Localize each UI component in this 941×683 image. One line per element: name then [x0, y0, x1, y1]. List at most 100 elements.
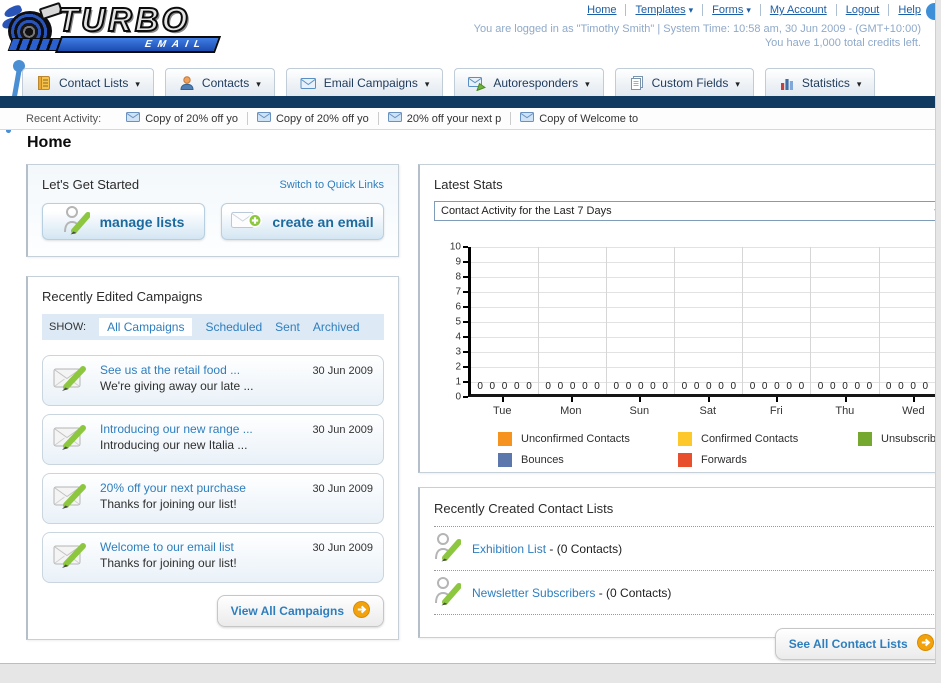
campaign-filter-tab[interactable]: Scheduled	[205, 320, 262, 334]
campaign-filter-tab[interactable]: Sent	[275, 320, 300, 334]
data-point-label: 0	[557, 381, 564, 392]
chart-day-group: 00000	[880, 247, 935, 394]
nav-tab[interactable]: Custom Fields	[614, 68, 754, 97]
top-nav-link-label[interactable]: Help	[898, 4, 921, 16]
legend-item: Bounces	[498, 453, 678, 467]
stats-period-select[interactable]: Contact Activity for the Last 7 Days	[434, 201, 935, 221]
campaign-list-item[interactable]: Introducing our new range ... Introducin…	[42, 414, 384, 465]
y-tick-label: 5	[455, 316, 461, 328]
logo-subtitle: EMAIL	[54, 36, 222, 53]
top-nav-link[interactable]: Templates	[625, 4, 693, 16]
campaign-filter-tab[interactable]: Archived	[313, 320, 360, 334]
campaign-filter-tab[interactable]: All Campaigns	[99, 318, 193, 336]
latest-stats-panel: Latest Stats Contact Activity for the La…	[418, 164, 936, 473]
data-point-label: 0	[774, 381, 780, 392]
chevron-down-icon	[933, 205, 935, 217]
data-point-label: 0	[885, 381, 892, 392]
login-status: You are logged in as "Timothy Smith" | S…	[473, 23, 921, 35]
top-nav-link[interactable]: Help	[888, 4, 921, 16]
recent-activity-bar: Recent Activity: Copy of 20% off yo Copy…	[0, 108, 935, 130]
legend-swatch	[498, 432, 512, 446]
top-nav-link-label[interactable]: Logout	[846, 4, 880, 16]
view-all-campaigns-button[interactable]: View All Campaigns	[216, 595, 384, 627]
campaign-filter-bar: SHOW: All Campaigns Scheduled Sent Archi…	[42, 314, 384, 340]
legend-label: Unsubscribes	[881, 433, 936, 445]
turbo-email-logo: TURBO EMAIL	[0, 0, 236, 59]
campaign-list-item[interactable]: See us at the retail food ... We're givi…	[42, 355, 384, 406]
nav-tab[interactable]: Contact Lists	[22, 68, 154, 97]
campaign-date: 30 Jun 2009	[312, 542, 373, 554]
top-nav-link-label[interactable]: Templates	[635, 4, 685, 16]
campaign-title-link[interactable]: Introducing our new range ...	[100, 422, 312, 436]
recent-activity-item[interactable]: Copy of 20% off yo	[246, 112, 378, 125]
contact-list-detail: - (0 Contacts)	[549, 541, 623, 556]
recent-activity-item-label: Copy of Welcome to	[539, 112, 639, 125]
y-tick-label: 2	[455, 361, 461, 373]
legend-item: Unsubscribes	[858, 432, 936, 446]
contact-list-name-link[interactable]: Newsletter Subscribers	[472, 586, 595, 600]
campaign-list-item[interactable]: Welcome to our email list Thanks for joi…	[42, 532, 384, 583]
nav-tab-label: Contacts	[201, 76, 250, 90]
nav-tab[interactable]: Email Campaigns	[285, 68, 444, 97]
legend-label: Unconfirmed Contacts	[521, 433, 630, 445]
get-started-button[interactable]: manage lists	[42, 203, 205, 240]
get-started-button[interactable]: create an email	[221, 203, 384, 240]
contact-list-detail: - (0 Contacts)	[598, 585, 672, 600]
campaign-title-link[interactable]: Welcome to our email list	[100, 540, 312, 554]
data-point-label: 0	[718, 381, 724, 392]
envelope-icon	[387, 112, 402, 125]
x-tick-label: Thu	[811, 397, 880, 417]
recent-activity-item[interactable]: 20% off your next p	[377, 112, 511, 125]
recent-activity-item[interactable]: Copy of Welcome to	[510, 112, 647, 125]
nav-tab[interactable]: Contacts	[164, 68, 275, 97]
data-point-label: 0	[477, 381, 483, 392]
top-nav-link-label[interactable]: Home	[587, 4, 616, 16]
chevron-down-icon	[857, 76, 862, 90]
header: TURBO EMAIL Home Templates ▾ Forms ▾ My …	[0, 0, 935, 134]
autoresponders-icon	[468, 76, 487, 91]
data-point-label: 0	[866, 381, 873, 392]
envelope-icon	[126, 112, 141, 125]
x-tick-label: Tue	[468, 397, 537, 417]
data-point-label: 0	[582, 381, 588, 392]
latest-stats-title: Latest Stats	[434, 177, 503, 192]
campaign-subtitle: We're giving away our late ...	[100, 379, 254, 393]
contact-list-name-link[interactable]: Exhibition List	[472, 542, 546, 556]
x-tick-label: Mon	[537, 397, 606, 417]
nav-tab-label: Custom Fields	[651, 76, 729, 90]
see-all-contact-lists-button[interactable]: See All Contact Lists	[774, 628, 935, 660]
recent-activity-item-label: Copy of 20% off yo	[275, 112, 369, 125]
contact-edit-icon	[434, 532, 462, 565]
switch-quick-links-link[interactable]: Switch to Quick Links	[279, 179, 384, 191]
page-content: Home Let's Get Started Switch to Quick L…	[0, 131, 936, 660]
legend-label: Confirmed Contacts	[701, 433, 799, 445]
data-point-label: 0	[922, 381, 929, 392]
campaign-list-item[interactable]: 20% off your next purchase Thanks for jo…	[42, 473, 384, 524]
top-nav-link[interactable]: My Account	[759, 4, 827, 16]
recent-activity-item[interactable]: Copy of 20% off yo	[117, 112, 247, 125]
top-nav-link[interactable]: Home	[587, 4, 616, 16]
top-nav-link-label[interactable]: My Account	[770, 4, 827, 16]
contact-edit-icon	[63, 205, 91, 238]
campaign-title-link[interactable]: See us at the retail food ...	[100, 363, 312, 377]
data-point-label: 0	[761, 381, 768, 392]
top-nav-link[interactable]: Forms	[702, 4, 751, 16]
top-nav-link[interactable]: Logout	[835, 4, 880, 16]
chevron-down-icon	[743, 4, 751, 16]
email-campaigns-icon	[300, 76, 317, 90]
nav-tab[interactable]: Statistics	[764, 68, 876, 97]
contact-list-item[interactable]: Newsletter Subscribers - (0 Contacts)	[434, 571, 935, 615]
chevron-down-icon	[735, 76, 740, 90]
contact-list-item[interactable]: Exhibition List - (0 Contacts)	[434, 527, 935, 571]
envelope-icon	[520, 112, 535, 125]
chevron-down-icon	[585, 76, 590, 90]
y-tick-label: 7	[455, 286, 461, 298]
nav-tab[interactable]: Autoresponders	[454, 68, 604, 97]
top-nav-link-label[interactable]: Forms	[712, 4, 743, 16]
data-point-label: 0	[854, 381, 861, 392]
nav-tab-label: Autoresponders	[493, 76, 579, 90]
create-email-icon	[231, 210, 263, 234]
recent-activity-label: Recent Activity:	[26, 112, 102, 125]
campaign-title-link[interactable]: 20% off your next purchase	[100, 481, 312, 495]
help-bubble-icon[interactable]	[926, 3, 935, 20]
